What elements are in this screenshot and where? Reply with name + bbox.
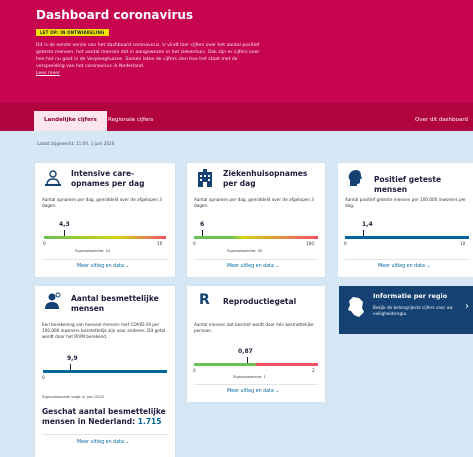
card-title: Ziekenhuisopnames per dag <box>223 169 308 188</box>
signal-value: Signaalwaarde: 1 <box>233 374 266 379</box>
card-value: 4,3 <box>59 221 70 228</box>
divider <box>42 434 168 435</box>
card-description: Aantal mensen dat besmet wordt door één … <box>194 322 314 333</box>
signal-value: Signaalwaarde: 40 <box>227 248 263 253</box>
divider <box>194 384 318 385</box>
card-value: 0,87 <box>238 348 253 355</box>
intro-text: Dit is de eerste versie van het dashboar… <box>36 42 261 77</box>
scale-min: 0 <box>344 241 347 246</box>
scale-bar <box>194 236 318 239</box>
region-info-link[interactable]: Informatie per regio Bekijk de belangrij… <box>339 286 473 334</box>
card-title: Aantal besmettelijke mensen <box>71 294 159 313</box>
card-intensive-care: Intensive care-opnames per dag Aantal op… <box>35 163 175 277</box>
card-title: Positief geteste mensen <box>374 175 442 194</box>
region-info-title: Informatie per regio <box>373 292 448 300</box>
card-value: 6 <box>200 221 205 228</box>
scale-min: 0 <box>43 241 46 246</box>
card-description: Aantal opnames per dag, gemiddeld over d… <box>194 197 314 208</box>
bed-patient-icon <box>44 169 62 191</box>
scale-bar <box>43 370 167 373</box>
more-info-button[interactable]: Meer uitleg en data ⌄ <box>227 264 280 269</box>
card-title: Intensive care-opnames per dag <box>71 169 145 188</box>
more-info-button[interactable]: Meer uitleg en data ⌄ <box>227 389 280 394</box>
intro-paragraph: Dit is de eerste versie van het dashboar… <box>36 43 260 69</box>
page-header: Dashboard coronavirus LET OP: IN ONTWIKK… <box>0 0 473 103</box>
development-badge: LET OP: IN ONTWIKKELING <box>36 29 109 36</box>
card-hospital: Ziekenhuisopnames per dag Aantal opnames… <box>187 163 325 277</box>
signal-value: Signaalwaarde volgt in juni 2020 <box>42 394 105 399</box>
card-description: Aantal positief geteste mensen per 100.0… <box>345 197 466 208</box>
divider <box>345 259 469 260</box>
region-info-subtitle: Bekijk de belangrijkste cijfers voor uw … <box>373 305 453 316</box>
divider <box>42 259 168 260</box>
card-value: 1,4 <box>362 221 373 228</box>
tab-regionale-cijfers[interactable]: Regionale cijfers <box>108 111 153 131</box>
hospital-icon <box>197 169 213 191</box>
card-description: Een berekening van hoeveel mensen met CO… <box>42 322 166 339</box>
scale-max: 100 <box>306 241 314 246</box>
more-info-button[interactable]: Meer uitleg en data ⌄ <box>378 264 431 269</box>
scale-bar <box>194 363 318 366</box>
scale-min: 0 <box>193 368 196 373</box>
card-title: Reproductiegetal <box>223 297 297 306</box>
card-positive-tested: Positief geteste mensen Aantal positief … <box>338 163 473 277</box>
r-letter-icon: R <box>199 292 210 308</box>
chevron-right-icon: › <box>465 301 469 312</box>
tab-landelijke-cijfers[interactable]: Landelijke cijfers <box>34 111 107 131</box>
person-virus-icon <box>44 292 62 314</box>
divider <box>194 259 318 260</box>
scale-min: 0 <box>42 375 45 380</box>
head-virus-icon <box>346 169 364 191</box>
card-description: Aantal opnames per dag, gemiddeld over d… <box>42 197 162 208</box>
estimated-infectious: Geschat aantal besmettelijke mensen in N… <box>42 407 170 427</box>
more-info-button[interactable]: Meer uitleg en data ⌄ <box>77 264 130 269</box>
more-info-button[interactable]: Meer uitleg en data ⌄ <box>77 440 130 445</box>
card-value: 9,9 <box>67 355 78 362</box>
scale-max: 2 <box>312 368 315 373</box>
card-reproduction-number: R Reproductiegetal Aantal mensen dat bes… <box>187 286 325 402</box>
card-infectious-people: Aantal besmettelijke mensen Een berekeni… <box>35 286 175 457</box>
scale-bar <box>44 236 166 239</box>
scale-max: 10 <box>460 241 466 246</box>
main-nav: Landelijke cijfers Regionale cijfers Ove… <box>0 103 473 131</box>
scale-min: 0 <box>193 241 196 246</box>
estimate-value: 1.715 <box>137 417 162 426</box>
signal-value: Signaalwaarde: 10 <box>75 248 111 253</box>
scale-bar <box>345 236 469 239</box>
about-dashboard-link[interactable]: Over dit dashboard <box>415 111 468 131</box>
page-title: Dashboard coronavirus <box>36 8 194 22</box>
last-updated: Laatst bijgewerkt: 11:00, 1 juni 2020 <box>37 141 115 146</box>
netherlands-map-icon <box>347 296 365 318</box>
read-more-link[interactable]: Lees meer <box>36 70 261 77</box>
scale-max: 10 <box>157 241 163 246</box>
